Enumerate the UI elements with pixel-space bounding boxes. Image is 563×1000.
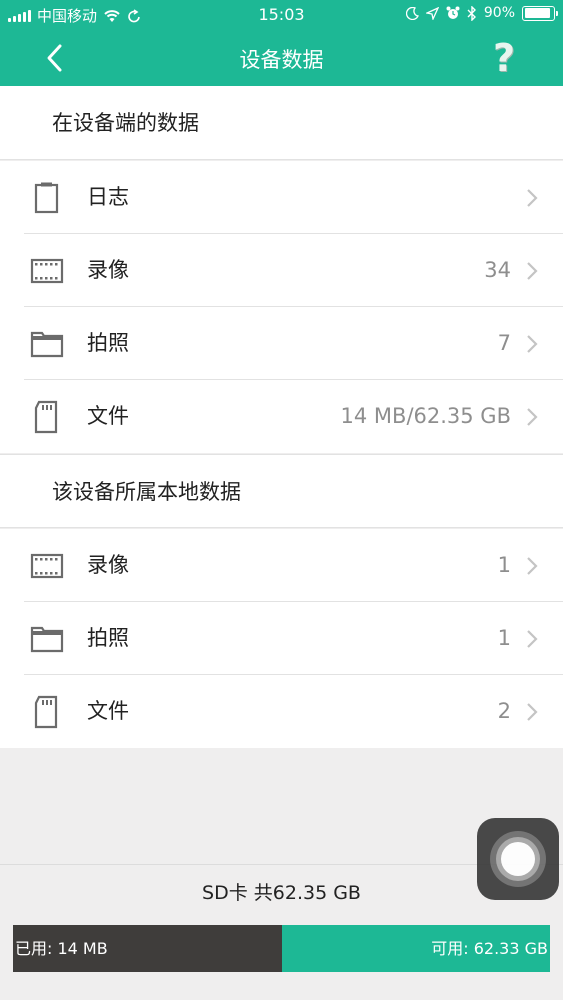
log-icon: [34, 182, 59, 214]
list-item-photo[interactable]: 拍照 7: [0, 307, 563, 380]
list-item-label: 文件: [87, 404, 129, 428]
chevron-right-icon: [527, 189, 538, 207]
status-bar: 中国移动 15:03 90%: [0, 0, 563, 30]
battery-percent: 90%: [483, 5, 515, 21]
list-item-value: 2: [497, 699, 511, 723]
location-icon: [425, 6, 439, 20]
status-right: 90%: [405, 5, 558, 21]
list-item-file[interactable]: 文件 14 MB/62.35 GB: [0, 380, 563, 453]
list-item-label: 拍照: [87, 331, 129, 355]
chevron-right-icon: [527, 262, 538, 280]
list-item-value: 34: [484, 258, 511, 282]
list-item-label: 录像: [87, 553, 129, 577]
video-icon: [30, 258, 64, 284]
chevron-right-icon: [527, 703, 538, 721]
list-item-label: 文件: [87, 699, 129, 723]
folder-icon: [30, 331, 64, 358]
list-item-photo[interactable]: 拍照 1: [0, 602, 563, 675]
battery-icon: [522, 5, 558, 21]
list-item-label: 日志: [87, 185, 129, 209]
sdcard-icon: [34, 695, 58, 729]
moon-icon: [405, 6, 419, 20]
help-button[interactable]: ?: [493, 36, 515, 80]
storage-free-label: 可用: 62.33 GB: [431, 939, 548, 958]
page-title: 设备数据: [239, 48, 324, 72]
list-item-value: 14 MB/62.35 GB: [340, 404, 511, 428]
list-item-label: 拍照: [87, 626, 129, 650]
assistive-touch-button[interactable]: [477, 818, 559, 900]
folder-icon: [30, 626, 64, 653]
storage-used-label: 已用: 14 MB: [15, 939, 108, 958]
list-item-file[interactable]: 文件 2: [0, 675, 563, 748]
storage-usage-bar: 已用: 14 MB 可用: 62.33 GB: [13, 925, 550, 972]
chevron-right-icon: [527, 335, 538, 353]
list-item-label: 录像: [87, 258, 129, 282]
list-item-value: 7: [497, 331, 511, 355]
chevron-right-icon: [527, 557, 538, 575]
list-item-video[interactable]: 录像 1: [0, 529, 563, 602]
sdcard-icon: [34, 400, 58, 434]
chevron-right-icon: [527, 408, 538, 426]
nav-bar: 设备数据 ?: [0, 30, 563, 86]
list-item-value: 1: [497, 626, 511, 650]
section-header-device: 在设备端的数据: [0, 86, 563, 160]
section-header-local: 该设备所属本地数据: [0, 454, 563, 528]
list-item-video[interactable]: 录像 34: [0, 234, 563, 307]
bluetooth-icon: [467, 5, 476, 21]
list-item-log[interactable]: 日志: [0, 161, 563, 234]
video-icon: [30, 553, 64, 579]
list-item-value: 1: [497, 553, 511, 577]
chevron-right-icon: [527, 630, 538, 648]
alarm-icon: [446, 6, 460, 19]
battery-level-fill: [524, 8, 550, 18]
